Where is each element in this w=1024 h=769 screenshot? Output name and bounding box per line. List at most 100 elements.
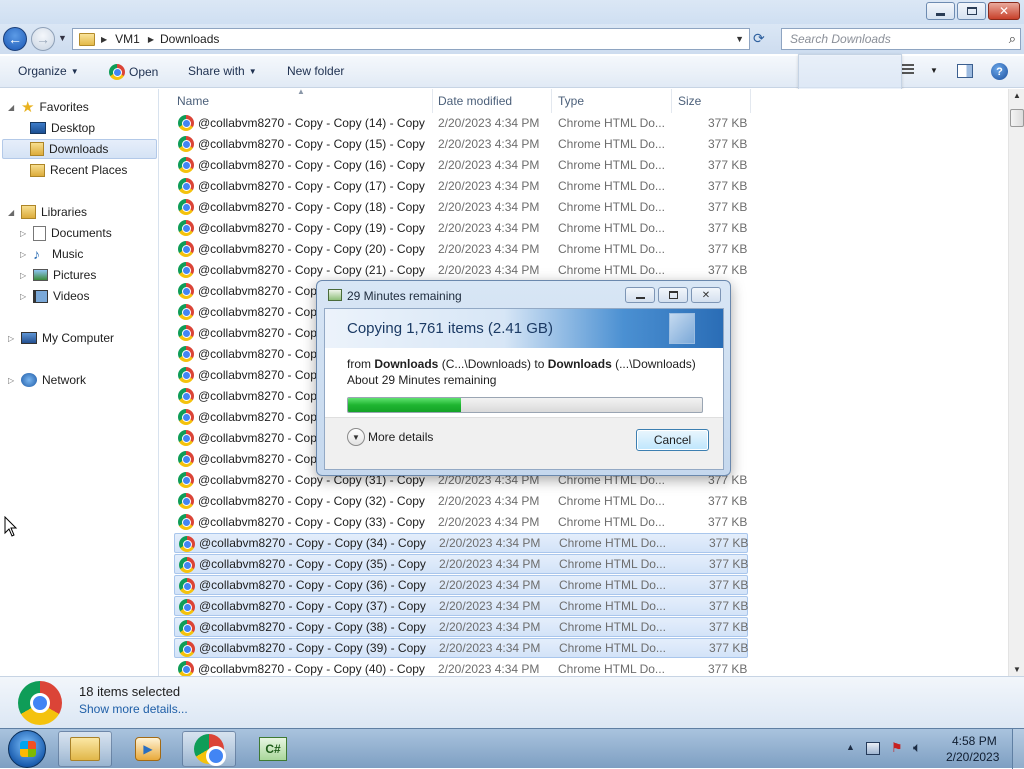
collapse-arrow-icon[interactable]: ▷ (20, 292, 28, 301)
scrollbar-thumb[interactable] (1010, 109, 1024, 127)
refresh-icon[interactable]: ⟳ (753, 30, 765, 47)
organize-button[interactable]: Organize ▼ (18, 64, 79, 78)
file-name: @collabvm8270 - Copy - Copy (34) - Copy (199, 536, 426, 550)
column-divider[interactable] (432, 89, 433, 113)
file-date: 2/20/2023 4:34 PM (438, 200, 540, 214)
column-header-size[interactable]: Size (678, 94, 701, 108)
breadcrumb-vm1[interactable]: VM1 (115, 32, 140, 46)
minimize-button[interactable] (926, 2, 955, 20)
file-row[interactable]: @collabvm8270 - Copy - Copy (34) - Copy 2… (174, 533, 748, 553)
file-row[interactable]: @collabvm8270 - Copy - Copy (15) - Copy 2… (174, 134, 748, 154)
network-tray-icon[interactable] (866, 742, 880, 755)
column-divider[interactable] (671, 89, 672, 113)
file-row[interactable]: @collabvm8270 - Copy - Copy (21) - Copy 2… (174, 260, 748, 280)
file-row[interactable]: @collabvm8270 - Copy - Copy (36) - Copy 2… (174, 575, 748, 595)
close-button[interactable]: ✕ (988, 2, 1020, 20)
address-bar[interactable]: ▶ VM1 ▶ Downloads ▼ (72, 28, 750, 50)
file-name: @collabvm8270 - Copy (198, 389, 323, 403)
taskbar-csharp-button[interactable]: C# (246, 731, 300, 767)
file-row[interactable]: @collabvm8270 - Copy - Copy (38) - Copy 2… (174, 617, 748, 637)
more-details-toggle[interactable]: ▼ More details (347, 428, 433, 446)
collapse-arrow-icon[interactable]: ▷ (8, 376, 16, 385)
search-icon[interactable]: ⌕ (1009, 31, 1016, 47)
nav-downloads[interactable]: Downloads (2, 139, 157, 159)
nav-my-computer[interactable]: ▷ My Computer (8, 328, 114, 348)
collapse-arrow-icon[interactable]: ▷ (20, 250, 28, 259)
dialog-maximize-button[interactable] (658, 287, 688, 303)
show-desktop-button[interactable] (1012, 729, 1024, 769)
collapse-arrow-icon[interactable]: ▷ (8, 334, 16, 343)
file-row[interactable]: @collabvm8270 - Copy - Copy (39) - Copy 2… (174, 638, 748, 658)
view-options-button[interactable]: ▼ (902, 64, 938, 76)
open-label: Open (129, 65, 159, 79)
file-row[interactable]: @collabvm8270 - Copy - Copy (33) - Copy 2… (174, 512, 748, 532)
file-row[interactable]: @collabvm8270 - Copy - Copy (16) - Copy 2… (174, 155, 748, 175)
restore-button[interactable] (957, 2, 986, 20)
column-header-date[interactable]: Date modified (438, 94, 512, 108)
nav-recent-places[interactable]: Recent Places (30, 160, 127, 180)
chrome-html-file-icon (178, 283, 194, 299)
search-box[interactable]: Search Downloads ⌕ (781, 28, 1021, 50)
show-hidden-icons-icon[interactable]: ▲ (846, 742, 855, 752)
collapse-arrow-icon[interactable]: ▷ (20, 229, 28, 238)
share-with-button[interactable]: Share with ▼ (188, 64, 257, 78)
nav-favorites[interactable]: ◢ ★ Favorites (8, 97, 89, 117)
start-button[interactable] (8, 730, 46, 768)
file-row[interactable]: @collabvm8270 - Copy - Copy (14) - Copy 2… (174, 113, 748, 133)
address-dropdown-icon[interactable]: ▼ (735, 34, 744, 44)
help-icon[interactable]: ? (991, 63, 1008, 80)
search-input[interactable]: Search Downloads (790, 32, 891, 46)
expand-arrow-icon[interactable]: ◢ (8, 208, 16, 217)
recent-pages-dropdown-icon[interactable]: ▼ (58, 33, 67, 43)
column-divider[interactable] (551, 89, 552, 113)
cancel-button[interactable]: Cancel (636, 429, 709, 451)
show-more-details-link[interactable]: Show more details... (79, 702, 188, 716)
dialog-minimize-button[interactable] (625, 287, 655, 303)
selected-count: 18 items selected (79, 684, 181, 699)
action-center-icon[interactable]: ⚑ (891, 740, 903, 756)
column-header-name[interactable]: Name (177, 94, 209, 108)
arrow-right-icon: → (36, 31, 50, 47)
back-button[interactable]: ← (3, 27, 27, 51)
scroll-up-icon[interactable]: ▲ (1013, 91, 1021, 100)
clock-date[interactable]: 2/20/2023 (946, 750, 999, 764)
computer-icon (21, 332, 37, 344)
vertical-scrollbar[interactable]: ▲ ▼ (1008, 89, 1024, 676)
chrome-html-file-icon (178, 220, 194, 236)
preview-pane-icon[interactable] (957, 64, 973, 78)
source-folder-link[interactable]: Downloads (374, 357, 438, 371)
nav-pictures[interactable]: ▷ Pictures (20, 265, 96, 285)
nav-videos[interactable]: ▷ Videos (20, 286, 89, 306)
open-button[interactable]: Open (109, 64, 158, 80)
taskbar-media-player-button[interactable]: ▶ (121, 731, 175, 767)
file-row[interactable]: @collabvm8270 - Copy - Copy (35) - Copy 2… (174, 554, 748, 574)
scroll-down-icon[interactable]: ▼ (1013, 665, 1021, 674)
file-name: @collabvm8270 - Copy - Copy (14) - Copy (198, 116, 425, 130)
dialog-close-button[interactable]: ✕ (691, 287, 721, 303)
destination-folder-link[interactable]: Downloads (548, 357, 612, 371)
file-row[interactable]: @collabvm8270 - Copy - Copy (18) - Copy 2… (174, 197, 748, 217)
nav-music[interactable]: ▷ ♪ Music (20, 244, 83, 264)
file-row[interactable]: @collabvm8270 - Copy - Copy (17) - Copy 2… (174, 176, 748, 196)
nav-libraries[interactable]: ◢ Libraries (8, 202, 87, 222)
more-details-label: More details (368, 430, 434, 444)
clock-time[interactable]: 4:58 PM (952, 734, 997, 748)
nav-documents[interactable]: ▷ Documents (20, 223, 112, 243)
forward-button[interactable]: → (31, 27, 55, 51)
taskbar-chrome-button[interactable] (182, 731, 236, 767)
nav-network[interactable]: ▷ Network (8, 370, 86, 390)
file-row[interactable]: @collabvm8270 - Copy - Copy (37) - Copy 2… (174, 596, 748, 616)
expand-arrow-icon[interactable]: ◢ (8, 103, 16, 112)
column-divider[interactable] (750, 89, 751, 113)
file-type: Chrome HTML Do... (559, 641, 666, 655)
file-row[interactable]: @collabvm8270 - Copy - Copy (32) - Copy 2… (174, 491, 748, 511)
volume-icon[interactable]: 🔈︎ (913, 739, 921, 756)
taskbar-explorer-button[interactable] (58, 731, 112, 767)
collapse-arrow-icon[interactable]: ▷ (20, 271, 28, 280)
new-folder-button[interactable]: New folder (287, 64, 344, 78)
column-header-type[interactable]: Type (558, 94, 584, 108)
breadcrumb-downloads[interactable]: Downloads (160, 32, 219, 46)
file-row[interactable]: @collabvm8270 - Copy - Copy (19) - Copy 2… (174, 218, 748, 238)
file-row[interactable]: @collabvm8270 - Copy - Copy (20) - Copy 2… (174, 239, 748, 259)
nav-desktop[interactable]: Desktop (30, 118, 95, 138)
